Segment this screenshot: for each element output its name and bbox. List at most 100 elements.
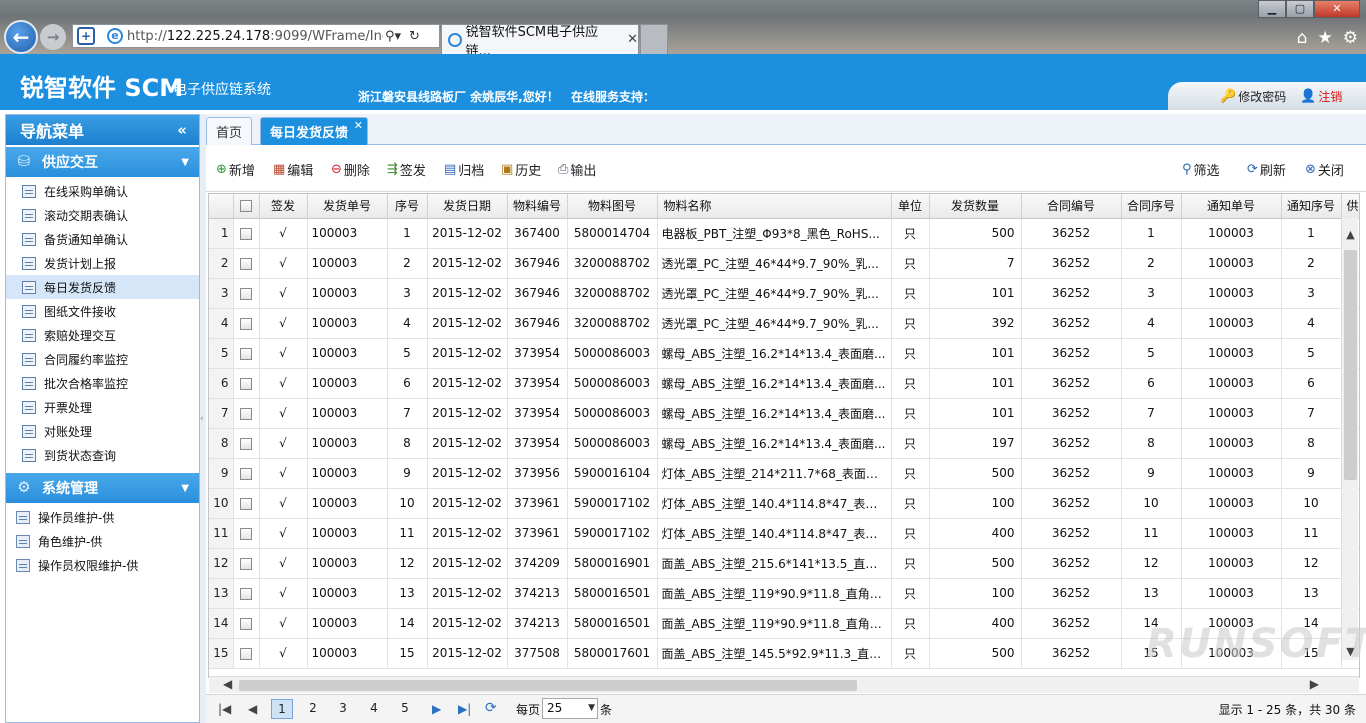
row-checkbox[interactable] [233, 338, 260, 369]
col-header[interactable]: 签发 [259, 194, 308, 219]
table-row[interactable]: 8 √ 100003 8 2015-12-02 373954 5000086003 螺母_AB… [209, 428, 1359, 459]
close-icon[interactable]: ✕ [354, 119, 363, 132]
close-button[interactable]: ⊗ 关闭 [1305, 160, 1344, 179]
col-header[interactable]: 物料图号 [567, 194, 658, 219]
col-header[interactable]: 合同编号 [1021, 194, 1122, 219]
vertical-scrollbar[interactable]: ▲ ▼ [1341, 218, 1358, 660]
history-button[interactable]: ▣ 历史 [501, 160, 541, 179]
table-row[interactable]: 1 √ 100003 1 2015-12-02 367400 5800014704 电器板_P… [209, 218, 1359, 249]
delete-button[interactable]: ⊖ 删除 [331, 160, 370, 179]
window-close-icon[interactable]: ✕ [1314, 0, 1360, 18]
maximize-icon[interactable]: ▢ [1286, 0, 1314, 18]
col-header[interactable]: 物料名称 [657, 194, 892, 219]
row-checkbox[interactable] [233, 638, 260, 669]
forward-icon[interactable]: → [40, 24, 66, 50]
row-checkbox[interactable] [233, 548, 260, 579]
reload-icon[interactable]: ⟳ [485, 700, 497, 716]
prev-page-icon[interactable]: ◀ [248, 702, 257, 716]
refresh-button[interactable]: ⟳ 刷新 [1247, 160, 1286, 179]
col-header[interactable]: 发货日期 [427, 194, 508, 219]
row-checkbox[interactable] [233, 278, 260, 309]
refresh-icon[interactable]: ↻ [409, 29, 420, 44]
table-row[interactable]: 12 √ 100003 12 2015-12-02 374209 5800016901 面盖_… [209, 548, 1359, 579]
col-header[interactable]: 合同序号 [1121, 194, 1182, 219]
page-1-button[interactable]: 1 [271, 699, 293, 719]
table-row[interactable]: 7 √ 100003 7 2015-12-02 373954 5000086003 螺母_AB… [209, 398, 1359, 429]
row-checkbox[interactable] [233, 398, 260, 429]
sidebar-item-reconciliation[interactable]: 对账处理 [6, 419, 199, 443]
minimize-icon[interactable]: ▁ [1258, 0, 1286, 18]
scroll-left-icon[interactable]: ◀ [223, 677, 232, 691]
edit-button[interactable]: ▦ 编辑 [273, 160, 313, 179]
sidebar-item-batch-pass-rate[interactable]: 批次合格率监控 [6, 371, 199, 395]
row-checkbox[interactable] [233, 578, 260, 609]
sidebar-item-role-maintenance[interactable]: 角色维护-供 [6, 529, 199, 553]
row-checkbox[interactable] [233, 518, 260, 549]
page-5-button[interactable]: 5 [394, 699, 416, 719]
next-page-icon[interactable]: ▶ [432, 702, 441, 716]
address-url[interactable]: http://122.225.24.178:9099/WFrame/Index.… [127, 29, 383, 44]
table-row[interactable]: 10 √ 100003 10 2015-12-02 373961 5900017102 灯体_… [209, 488, 1359, 519]
close-icon[interactable]: ✕ [627, 32, 638, 47]
row-checkbox[interactable] [233, 458, 260, 489]
scroll-right-icon[interactable]: ▶ [1310, 677, 1319, 691]
sidebar-item-operator-maintenance[interactable]: 操作员维护-供 [6, 505, 199, 529]
sidebar-item-arrival-status[interactable]: 到货状态查询 [6, 443, 199, 467]
group-system-management[interactable]: ⚙ 系统管理 ▼ [6, 473, 199, 503]
select-all-checkbox[interactable] [233, 194, 260, 219]
sidebar-item-stock-notice[interactable]: 备货通知单确认 [6, 227, 199, 251]
table-row[interactable]: 13 √ 100003 13 2015-12-02 374213 5800016501 面盖_… [209, 578, 1359, 609]
filter-button[interactable]: ⚲ 筛选 [1182, 160, 1220, 179]
sidebar-item-operator-permissions[interactable]: 操作员权限维护-供 [6, 553, 199, 577]
row-checkbox[interactable] [233, 248, 260, 279]
home-icon[interactable]: ⌂ [1297, 28, 1308, 48]
row-checkbox[interactable] [233, 368, 260, 399]
col-header[interactable]: 通知序号 [1281, 194, 1342, 219]
vertical-scroll-thumb[interactable] [1344, 250, 1357, 480]
chevron-down-icon[interactable]: ▼ [588, 699, 595, 718]
browser-tab[interactable]: 锐智软件SCM电子供应链... ✕ [441, 24, 639, 59]
sign-button[interactable]: ⇶ 签发 [387, 160, 426, 179]
page-size-select[interactable]: 25 ▼ [542, 698, 598, 719]
last-page-icon[interactable]: ▶| [458, 702, 471, 716]
search-icon[interactable]: ⚲▾ [385, 29, 401, 44]
table-row[interactable]: 3 √ 100003 3 2015-12-02 367946 3200088702 透光罩_P… [209, 278, 1359, 309]
row-checkbox[interactable] [233, 428, 260, 459]
col-header[interactable]: 供 [1341, 194, 1359, 219]
sidebar-item-invoicing[interactable]: 开票处理 [6, 395, 199, 419]
scroll-up-icon[interactable]: ▲ [1342, 228, 1359, 241]
sidebar-item-contract-rate[interactable]: 合同履约率监控 [6, 347, 199, 371]
sidebar-item-daily-shipping[interactable]: 每日发货反馈 [6, 275, 199, 299]
sidebar-item-rolling-schedule[interactable]: 滚动交期表确认 [6, 203, 199, 227]
change-password-link[interactable]: 🔑 修改密码 [1220, 88, 1286, 105]
add-button[interactable]: ⊕ 新增 [216, 160, 255, 179]
collapse-icon[interactable]: « [177, 121, 187, 139]
sidebar-item-drawing-files[interactable]: 图纸文件接收 [6, 299, 199, 323]
logout-link[interactable]: 👤 注销 [1300, 88, 1342, 105]
col-header[interactable]: 单位 [891, 194, 930, 219]
group-supply-interaction[interactable]: ⛁ 供应交互 ▼ [6, 147, 199, 177]
settings-gear-icon[interactable]: ⚙ [1343, 28, 1358, 48]
row-checkbox[interactable] [233, 308, 260, 339]
page-2-button[interactable]: 2 [302, 699, 324, 719]
archive-button[interactable]: ▤ 归档 [444, 160, 484, 179]
table-row[interactable]: 4 √ 100003 4 2015-12-02 367946 3200088702 透光罩_P… [209, 308, 1359, 339]
col-header[interactable]: 发货单号 [307, 194, 388, 219]
row-checkbox[interactable] [233, 608, 260, 639]
favorites-star-icon[interactable]: ★ [1318, 28, 1333, 48]
sidebar-item-online-po-confirm[interactable]: 在线采购单确认 [6, 179, 199, 203]
col-header[interactable]: 通知单号 [1181, 194, 1282, 219]
col-header[interactable]: 发货数量 [929, 194, 1022, 219]
table-row[interactable]: 9 √ 100003 9 2015-12-02 373956 5900016104 灯体_AB… [209, 458, 1359, 489]
export-button[interactable]: ⎙ 输出 [558, 160, 596, 179]
sidebar-item-claims[interactable]: 索赔处理交互 [6, 323, 199, 347]
row-checkbox[interactable] [233, 488, 260, 519]
sidebar-item-shipping-plan[interactable]: 发货计划上报 [6, 251, 199, 275]
table-row[interactable]: 6 √ 100003 6 2015-12-02 373954 5000086003 螺母_AB… [209, 368, 1359, 399]
page-4-button[interactable]: 4 [363, 699, 385, 719]
tab-daily-shipping[interactable]: 每日发货反馈 ✕ [260, 117, 368, 145]
first-page-icon[interactable]: |◀ [218, 702, 231, 716]
page-3-button[interactable]: 3 [332, 699, 354, 719]
tab-home[interactable]: 首页 [206, 117, 252, 145]
sidebar-splitter[interactable]: ‹ [200, 114, 206, 723]
